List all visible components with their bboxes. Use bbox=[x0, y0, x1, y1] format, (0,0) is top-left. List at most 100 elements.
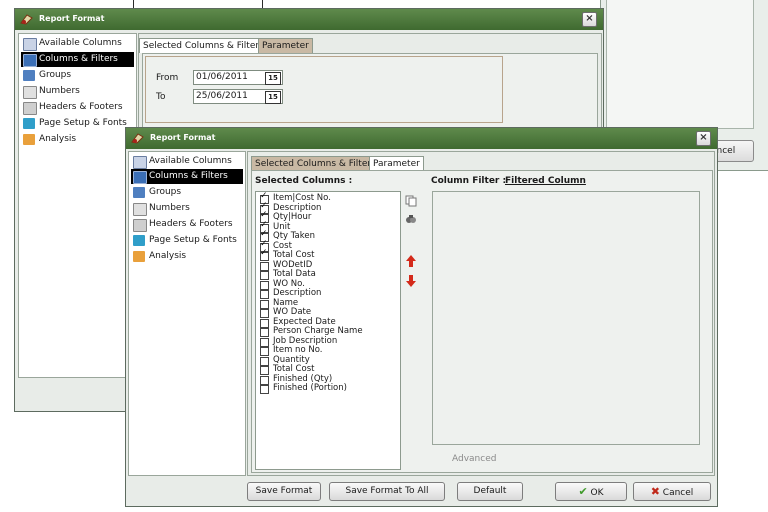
check-icon: ✔ bbox=[578, 485, 588, 498]
nav-label: Numbers bbox=[39, 86, 80, 96]
table-icon bbox=[133, 156, 147, 169]
column-label: Item|Cost No. bbox=[273, 193, 331, 203]
app-logo-icon bbox=[20, 14, 33, 25]
to-date-field[interactable]: 25/06/2011 15 bbox=[193, 89, 283, 104]
nav-label: Page Setup & Fonts bbox=[39, 118, 127, 128]
nav-item-numbers[interactable]: Numbers bbox=[21, 84, 134, 99]
close-button[interactable]: × bbox=[696, 131, 711, 146]
to-date-value: 25/06/2011 bbox=[196, 91, 248, 101]
groups-icon bbox=[133, 187, 145, 198]
nav-item-headers-footers[interactable]: Headers & Footers bbox=[131, 217, 243, 232]
nav-item-columns-filters[interactable]: Columns & Filters bbox=[21, 52, 134, 67]
nav-item-columns-filters[interactable]: Columns & Filters bbox=[131, 169, 243, 184]
column-label: Total Cost bbox=[273, 364, 315, 374]
nav-label: Numbers bbox=[149, 203, 190, 213]
nav-item-groups[interactable]: Groups bbox=[131, 185, 243, 200]
copy-icon[interactable] bbox=[405, 195, 417, 207]
columns-icon bbox=[133, 171, 147, 184]
table-icon bbox=[23, 38, 37, 51]
nav-label: Groups bbox=[39, 70, 72, 80]
tab-selected-columns-filters[interactable]: Selected Columns & Filters bbox=[139, 38, 268, 53]
column-label: Quantity bbox=[273, 354, 310, 365]
selected-columns-list[interactable]: Item|Cost No. Description Qty|Hour Unit … bbox=[255, 191, 401, 470]
nav-label: Groups bbox=[149, 187, 182, 197]
page-setup-icon bbox=[133, 235, 145, 246]
nav-item-groups[interactable]: Groups bbox=[21, 68, 134, 83]
x-icon: ✖ bbox=[650, 485, 660, 498]
calendar-icon[interactable]: 15 bbox=[265, 72, 281, 85]
analysis-icon bbox=[133, 251, 145, 262]
content-pane: Selected Columns & Filters Parameter Sel… bbox=[247, 151, 715, 476]
nav-item-page-setup[interactable]: Page Setup & Fonts bbox=[21, 116, 134, 131]
background-window-edge bbox=[133, 0, 134, 8]
column-filter-label: Column Filter : bbox=[431, 176, 507, 186]
tab-parameter[interactable]: Parameter bbox=[369, 156, 424, 171]
nav-label: Analysis bbox=[39, 134, 77, 144]
nav-label: Available Columns bbox=[39, 38, 122, 48]
nav-item-available-columns[interactable]: Available Columns bbox=[131, 154, 243, 169]
column-label: Cost bbox=[273, 240, 292, 251]
nav-item-analysis[interactable]: Analysis bbox=[21, 132, 134, 147]
nav-label: Headers & Footers bbox=[39, 102, 123, 112]
to-label: To bbox=[156, 92, 166, 102]
nav-item-analysis[interactable]: Analysis bbox=[131, 249, 243, 264]
analysis-icon bbox=[23, 134, 35, 145]
date-range-box: From 01/06/2011 15 To 25/06/2011 15 bbox=[145, 56, 503, 123]
nav-label: Page Setup & Fonts bbox=[149, 235, 237, 245]
title-bar[interactable]: Report Format × bbox=[126, 128, 717, 149]
nav-item-page-setup[interactable]: Page Setup & Fonts bbox=[131, 233, 243, 248]
background-dialog-panel bbox=[606, 0, 754, 129]
filtered-column-link[interactable]: Filtered Column bbox=[505, 176, 586, 186]
move-up-arrow-icon[interactable] bbox=[406, 255, 416, 267]
from-date-value: 01/06/2011 bbox=[196, 72, 248, 82]
nav-label: Headers & Footers bbox=[149, 219, 233, 229]
column-item[interactable]: Finished (Portion) bbox=[260, 383, 347, 394]
page-setup-icon bbox=[23, 118, 35, 129]
window-title: Report Format bbox=[39, 14, 105, 23]
default-button[interactable]: Default bbox=[457, 482, 523, 501]
tab-parameter[interactable]: Parameter bbox=[258, 38, 313, 53]
ok-button[interactable]: ✔ OK bbox=[555, 482, 627, 501]
nav-label: Analysis bbox=[149, 251, 187, 261]
save-format-to-all-button[interactable]: Save Format To All bbox=[329, 482, 445, 501]
headers-footers-icon bbox=[133, 219, 147, 232]
nav-pane: Available Columns Columns & Filters Grou… bbox=[18, 33, 137, 378]
advanced-link[interactable]: Advanced bbox=[452, 454, 496, 464]
numbers-icon bbox=[133, 203, 147, 216]
from-date-field[interactable]: 01/06/2011 15 bbox=[193, 70, 283, 85]
nav-label: Columns & Filters bbox=[149, 171, 228, 181]
column-label: Description bbox=[273, 202, 322, 213]
columns-icon bbox=[23, 54, 37, 67]
column-label: Unit bbox=[273, 221, 291, 232]
checkbox[interactable] bbox=[260, 385, 269, 394]
column-label: Person Charge Name bbox=[273, 326, 363, 336]
column-label: WO No. bbox=[273, 278, 305, 289]
close-button[interactable]: × bbox=[582, 12, 597, 27]
cancel-label: Cancel bbox=[662, 488, 694, 498]
title-bar[interactable]: Report Format × bbox=[15, 9, 603, 30]
column-label: WO Date bbox=[273, 307, 312, 317]
cancel-button[interactable]: ✖ Cancel bbox=[633, 482, 711, 501]
window-title: Report Format bbox=[150, 133, 216, 142]
nav-item-available-columns[interactable]: Available Columns bbox=[21, 36, 134, 51]
column-filter-area[interactable] bbox=[432, 191, 700, 445]
column-label: Total Cost bbox=[273, 250, 315, 260]
nav-item-headers-footers[interactable]: Headers & Footers bbox=[21, 100, 134, 115]
nav-label: Available Columns bbox=[149, 156, 232, 166]
column-label: Finished (Portion) bbox=[273, 383, 347, 393]
move-down-arrow-icon[interactable] bbox=[406, 275, 416, 287]
save-format-button[interactable]: Save Format bbox=[247, 482, 321, 501]
calendar-icon[interactable]: 15 bbox=[265, 91, 281, 104]
column-label: Description bbox=[273, 288, 322, 298]
column-label: Finished (Qty) bbox=[273, 373, 333, 384]
filter-icon[interactable] bbox=[405, 213, 417, 225]
report-format-window: Report Format × Available Columns Column… bbox=[125, 127, 718, 507]
column-label: Item no No. bbox=[273, 345, 323, 355]
column-label: Name bbox=[273, 297, 299, 308]
nav-item-numbers[interactable]: Numbers bbox=[131, 201, 243, 216]
nav-pane: Available Columns Columns & Filters Grou… bbox=[128, 151, 246, 476]
ok-label: OK bbox=[590, 488, 604, 498]
nav-label: Columns & Filters bbox=[39, 54, 118, 64]
tab-selected-columns-filters[interactable]: Selected Columns & Filters bbox=[251, 156, 380, 171]
column-label: Expected Date bbox=[273, 316, 336, 327]
